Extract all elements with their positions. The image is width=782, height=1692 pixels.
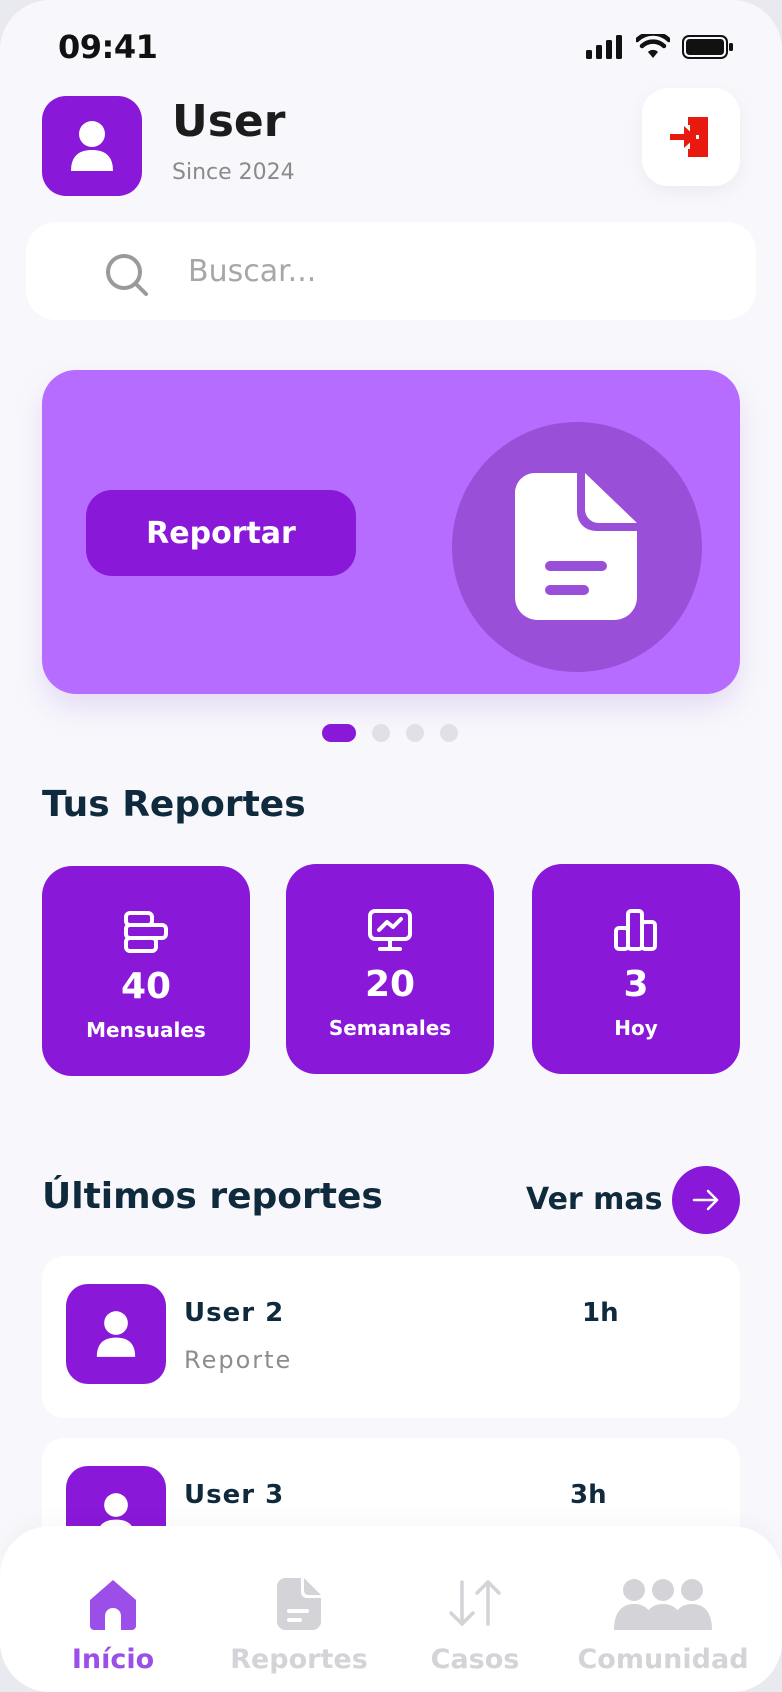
bar-chart-icon bbox=[614, 909, 657, 951]
logout-button[interactable] bbox=[642, 88, 740, 186]
stat-card-today[interactable]: 3 Hoy bbox=[532, 864, 740, 1074]
carousel-dot[interactable] bbox=[372, 724, 390, 742]
nav-item-inicio[interactable]: Início bbox=[18, 1526, 208, 1692]
stat-card-monthly[interactable]: 40 Mensuales bbox=[42, 866, 250, 1076]
list-item[interactable]: User 2 Reporte 1h bbox=[42, 1256, 740, 1418]
status-icons bbox=[586, 34, 734, 60]
community-icon bbox=[614, 1579, 712, 1630]
report-button[interactable]: Reportar bbox=[86, 490, 356, 576]
signal-icon bbox=[586, 35, 622, 59]
carousel-dot[interactable] bbox=[440, 724, 458, 742]
home-icon bbox=[90, 1580, 136, 1630]
document-icon bbox=[277, 1578, 321, 1630]
nav-item-comunidad[interactable]: Comunidad bbox=[568, 1526, 758, 1692]
nav-item-casos[interactable]: Casos bbox=[380, 1526, 570, 1692]
banner-illustration bbox=[452, 422, 702, 672]
user-icon bbox=[71, 121, 113, 171]
list-item-subtitle: Reporte bbox=[184, 1346, 293, 1374]
user-since: Since 2024 bbox=[172, 160, 295, 185]
document-icon bbox=[515, 473, 637, 620]
stat-card-weekly[interactable]: 20 Semanales bbox=[286, 864, 494, 1074]
stat-value: 20 bbox=[364, 964, 416, 1005]
see-more-button[interactable] bbox=[672, 1166, 740, 1234]
stat-label: Semanales bbox=[328, 1016, 452, 1040]
stat-value: 3 bbox=[623, 964, 649, 1005]
list-item-name: User 2 bbox=[184, 1298, 285, 1328]
arrow-right-icon bbox=[692, 1189, 719, 1211]
battery-icon bbox=[682, 35, 733, 59]
carousel-dot[interactable] bbox=[406, 724, 424, 742]
carousel-dot-active[interactable] bbox=[322, 724, 356, 742]
user-avatar[interactable] bbox=[42, 96, 142, 196]
recent-title: Últimos reportes bbox=[42, 1176, 383, 1217]
user-name: User bbox=[172, 96, 286, 147]
nav-label: Início bbox=[71, 1644, 155, 1675]
list-item-name: User 3 bbox=[184, 1480, 285, 1510]
bottom-navigation: Início Reportes Casos Comunidad bbox=[0, 1526, 782, 1692]
app-screen: 09:41 User Since 2024 Buscar... Reportar… bbox=[0, 0, 782, 1692]
bar-chart-horizontal-icon bbox=[124, 911, 168, 953]
stat-label: Hoy bbox=[614, 1016, 658, 1040]
logout-icon bbox=[670, 117, 708, 157]
wifi-icon bbox=[636, 34, 670, 58]
stat-value: 40 bbox=[120, 966, 172, 1007]
avatar bbox=[66, 1284, 166, 1384]
nav-item-reportes[interactable]: Reportes bbox=[204, 1526, 394, 1692]
status-time: 09:41 bbox=[58, 28, 158, 66]
nav-label: Casos bbox=[430, 1644, 520, 1675]
search-input[interactable] bbox=[188, 248, 708, 294]
search-icon bbox=[106, 254, 148, 296]
swap-vertical-icon bbox=[449, 1580, 501, 1626]
stats-title: Tus Reportes bbox=[42, 784, 306, 825]
monitor-chart-icon bbox=[368, 909, 412, 951]
user-icon bbox=[96, 1311, 136, 1357]
list-item-time: 3h bbox=[570, 1480, 607, 1510]
nav-label: Comunidad bbox=[577, 1644, 749, 1675]
promo-banner[interactable]: Reportar bbox=[42, 370, 740, 694]
search-bar[interactable] bbox=[26, 222, 756, 320]
carousel-indicator bbox=[322, 724, 458, 742]
stat-label: Mensuales bbox=[86, 1018, 206, 1042]
see-more-link[interactable]: Ver mas bbox=[526, 1182, 663, 1217]
list-item-time: 1h bbox=[582, 1298, 619, 1328]
